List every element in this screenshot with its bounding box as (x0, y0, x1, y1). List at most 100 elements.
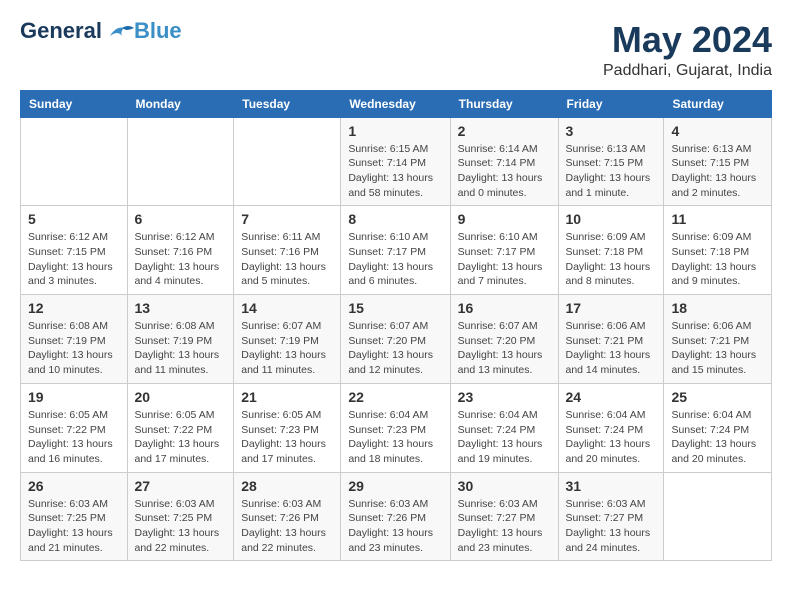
day-number: 14 (241, 300, 333, 316)
day-number: 18 (671, 300, 764, 316)
day-info: Sunrise: 6:03 AM Sunset: 7:26 PM Dayligh… (348, 497, 442, 556)
day-number: 10 (566, 211, 657, 227)
day-info: Sunrise: 6:13 AM Sunset: 7:15 PM Dayligh… (566, 142, 657, 201)
header-tuesday: Tuesday (234, 90, 341, 117)
day-info: Sunrise: 6:04 AM Sunset: 7:23 PM Dayligh… (348, 408, 442, 467)
day-number: 23 (458, 389, 551, 405)
calendar-cell: 28 Sunrise: 6:03 AM Sunset: 7:26 PM Dayli… (234, 472, 341, 561)
day-number: 7 (241, 211, 333, 227)
day-number: 9 (458, 211, 551, 227)
calendar-cell: 1Sunrise: 6:15 AM Sunset: 7:14 PM Daylig… (341, 117, 450, 206)
logo-text: General (20, 20, 102, 42)
calendar-cell: 30 Sunrise: 6:03 AM Sunset: 7:27 PM Dayli… (450, 472, 558, 561)
day-number: 16 (458, 300, 551, 316)
calendar-cell: 3Sunrise: 6:13 AM Sunset: 7:15 PM Daylig… (558, 117, 664, 206)
day-info: Sunrise: 6:04 AM Sunset: 7:24 PM Dayligh… (458, 408, 551, 467)
location-subtitle: Paddhari, Gujarat, India (603, 62, 772, 80)
calendar-cell: 8 Sunrise: 6:10 AM Sunset: 7:17 PM Daylig… (341, 206, 450, 295)
day-info: Sunrise: 6:05 AM Sunset: 7:22 PM Dayligh… (135, 408, 227, 467)
month-year-title: May 2024 (603, 20, 772, 60)
day-number: 27 (135, 478, 227, 494)
calendar-cell: 17 Sunrise: 6:06 AM Sunset: 7:21 PM Dayli… (558, 295, 664, 384)
calendar-week-row: 1Sunrise: 6:15 AM Sunset: 7:14 PM Daylig… (21, 117, 772, 206)
day-info: Sunrise: 6:03 AM Sunset: 7:26 PM Dayligh… (241, 497, 333, 556)
calendar-week-row: 19 Sunrise: 6:05 AM Sunset: 7:22 PM Dayli… (21, 383, 772, 472)
calendar-cell: 9 Sunrise: 6:10 AM Sunset: 7:17 PM Daylig… (450, 206, 558, 295)
calendar-cell: 14 Sunrise: 6:07 AM Sunset: 7:19 PM Dayli… (234, 295, 341, 384)
day-number: 30 (458, 478, 551, 494)
day-number: 2 (458, 123, 551, 139)
day-info: Sunrise: 6:03 AM Sunset: 7:25 PM Dayligh… (28, 497, 120, 556)
calendar-cell: 31 Sunrise: 6:03 AM Sunset: 7:27 PM Dayli… (558, 472, 664, 561)
day-number: 5 (28, 211, 120, 227)
header-friday: Friday (558, 90, 664, 117)
day-number: 25 (671, 389, 764, 405)
calendar-cell: 23 Sunrise: 6:04 AM Sunset: 7:24 PM Dayli… (450, 383, 558, 472)
calendar-cell (127, 117, 234, 206)
day-info: Sunrise: 6:05 AM Sunset: 7:23 PM Dayligh… (241, 408, 333, 467)
day-info: Sunrise: 6:06 AM Sunset: 7:21 PM Dayligh… (671, 319, 764, 378)
day-number: 19 (28, 389, 120, 405)
day-info: Sunrise: 6:03 AM Sunset: 7:27 PM Dayligh… (566, 497, 657, 556)
header-wednesday: Wednesday (341, 90, 450, 117)
calendar-cell: 24Sunrise: 6:04 AM Sunset: 7:24 PM Dayli… (558, 383, 664, 472)
calendar-cell: 5 Sunrise: 6:12 AM Sunset: 7:15 PM Daylig… (21, 206, 128, 295)
header-monday: Monday (127, 90, 234, 117)
day-info: Sunrise: 6:07 AM Sunset: 7:20 PM Dayligh… (458, 319, 551, 378)
day-number: 31 (566, 478, 657, 494)
day-info: Sunrise: 6:08 AM Sunset: 7:19 PM Dayligh… (28, 319, 120, 378)
day-info: Sunrise: 6:03 AM Sunset: 7:27 PM Dayligh… (458, 497, 551, 556)
day-info: Sunrise: 6:08 AM Sunset: 7:19 PM Dayligh… (135, 319, 227, 378)
day-info: Sunrise: 6:10 AM Sunset: 7:17 PM Dayligh… (458, 230, 551, 289)
logo: General Blue (20, 20, 182, 42)
day-info: Sunrise: 6:10 AM Sunset: 7:17 PM Dayligh… (348, 230, 442, 289)
logo-bird-icon (102, 22, 134, 40)
page-header: General Blue May 2024 Paddhari, Gujarat,… (20, 20, 772, 80)
day-info: Sunrise: 6:14 AM Sunset: 7:14 PM Dayligh… (458, 142, 551, 201)
day-number: 17 (566, 300, 657, 316)
calendar-cell (21, 117, 128, 206)
calendar-cell: 16 Sunrise: 6:07 AM Sunset: 7:20 PM Dayli… (450, 295, 558, 384)
header-saturday: Saturday (664, 90, 772, 117)
day-number: 15 (348, 300, 442, 316)
calendar-cell: 12 Sunrise: 6:08 AM Sunset: 7:19 PM Dayli… (21, 295, 128, 384)
day-number: 4 (671, 123, 764, 139)
calendar-cell: 27Sunrise: 6:03 AM Sunset: 7:25 PM Dayli… (127, 472, 234, 561)
day-number: 21 (241, 389, 333, 405)
day-number: 12 (28, 300, 120, 316)
calendar-cell: 19 Sunrise: 6:05 AM Sunset: 7:22 PM Dayli… (21, 383, 128, 472)
header-thursday: Thursday (450, 90, 558, 117)
day-info: Sunrise: 6:11 AM Sunset: 7:16 PM Dayligh… (241, 230, 333, 289)
day-number: 28 (241, 478, 333, 494)
calendar-table: SundayMondayTuesdayWednesdayThursdayFrid… (20, 90, 772, 562)
day-info: Sunrise: 6:09 AM Sunset: 7:18 PM Dayligh… (566, 230, 657, 289)
calendar-cell: 20Sunrise: 6:05 AM Sunset: 7:22 PM Dayli… (127, 383, 234, 472)
calendar-cell: 7 Sunrise: 6:11 AM Sunset: 7:16 PM Daylig… (234, 206, 341, 295)
calendar-cell: 18 Sunrise: 6:06 AM Sunset: 7:21 PM Dayli… (664, 295, 772, 384)
header-sunday: Sunday (21, 90, 128, 117)
calendar-cell: 22Sunrise: 6:04 AM Sunset: 7:23 PM Dayli… (341, 383, 450, 472)
calendar-cell: 10 Sunrise: 6:09 AM Sunset: 7:18 PM Dayli… (558, 206, 664, 295)
day-number: 11 (671, 211, 764, 227)
calendar-cell: 26 Sunrise: 6:03 AM Sunset: 7:25 PM Dayli… (21, 472, 128, 561)
calendar-cell: 4Sunrise: 6:13 AM Sunset: 7:15 PM Daylig… (664, 117, 772, 206)
day-number: 1 (348, 123, 442, 139)
day-info: Sunrise: 6:05 AM Sunset: 7:22 PM Dayligh… (28, 408, 120, 467)
logo-blue-text: Blue (134, 20, 182, 42)
title-section: May 2024 Paddhari, Gujarat, India (603, 20, 772, 80)
day-number: 26 (28, 478, 120, 494)
calendar-cell: 15Sunrise: 6:07 AM Sunset: 7:20 PM Dayli… (341, 295, 450, 384)
day-info: Sunrise: 6:09 AM Sunset: 7:18 PM Dayligh… (671, 230, 764, 289)
day-info: Sunrise: 6:04 AM Sunset: 7:24 PM Dayligh… (566, 408, 657, 467)
day-info: Sunrise: 6:06 AM Sunset: 7:21 PM Dayligh… (566, 319, 657, 378)
calendar-cell (664, 472, 772, 561)
day-info: Sunrise: 6:12 AM Sunset: 7:16 PM Dayligh… (135, 230, 227, 289)
day-info: Sunrise: 6:04 AM Sunset: 7:24 PM Dayligh… (671, 408, 764, 467)
day-info: Sunrise: 6:12 AM Sunset: 7:15 PM Dayligh… (28, 230, 120, 289)
day-number: 8 (348, 211, 442, 227)
calendar-week-row: 12 Sunrise: 6:08 AM Sunset: 7:19 PM Dayli… (21, 295, 772, 384)
day-info: Sunrise: 6:07 AM Sunset: 7:19 PM Dayligh… (241, 319, 333, 378)
calendar-cell: 11 Sunrise: 6:09 AM Sunset: 7:18 PM Dayli… (664, 206, 772, 295)
calendar-cell (234, 117, 341, 206)
day-number: 6 (135, 211, 227, 227)
